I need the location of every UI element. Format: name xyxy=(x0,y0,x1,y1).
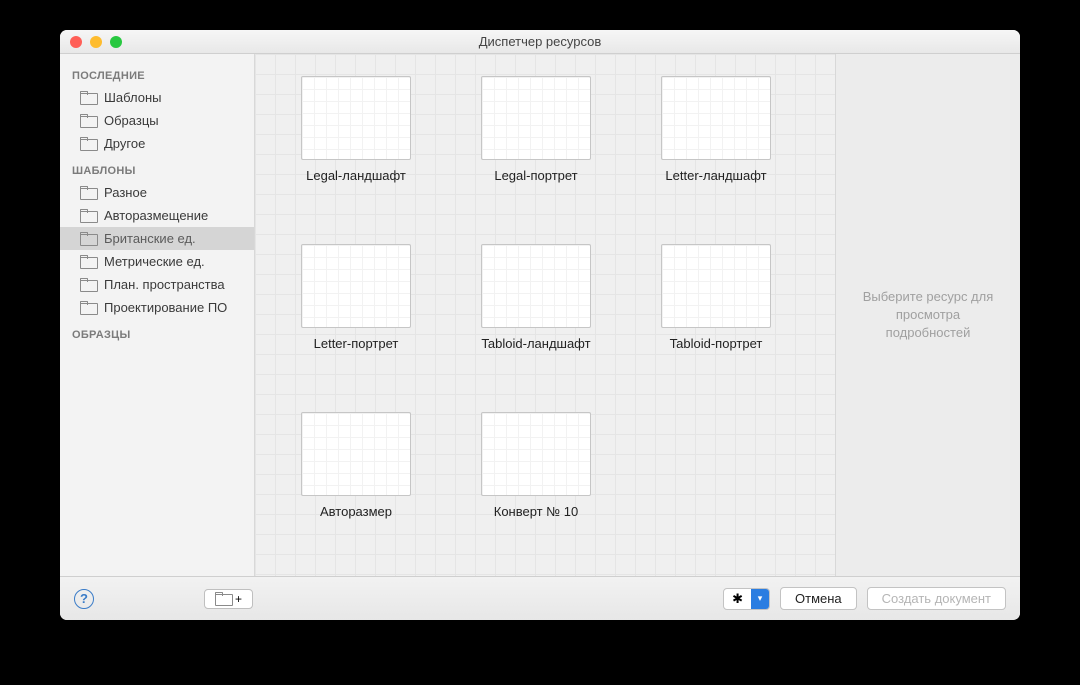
template-label: Tabloid-портрет xyxy=(670,336,763,351)
template-thumb xyxy=(481,76,591,160)
template-label: Tabloid-ландшафт xyxy=(481,336,590,351)
template-thumb xyxy=(301,244,411,328)
template-label: Letter-ландшафт xyxy=(665,168,766,183)
template-label: Letter-портрет xyxy=(314,336,399,351)
folder-icon xyxy=(80,233,96,245)
template-grid: Legal-ландшафт Legal-портрет Letter-ланд… xyxy=(255,54,835,576)
template-label: Конверт № 10 xyxy=(494,504,579,519)
sidebar-item-metric[interactable]: Метрические ед. xyxy=(60,250,254,273)
window-title: Диспетчер ресурсов xyxy=(60,34,1020,49)
minimize-icon[interactable] xyxy=(90,36,102,48)
template-thumb xyxy=(661,244,771,328)
template-label: Авторазмер xyxy=(320,504,392,519)
add-folder-button[interactable]: + xyxy=(204,589,253,609)
traffic-lights xyxy=(60,36,122,48)
sidebar-section-templates: ШАБЛОНЫ xyxy=(60,155,254,181)
sidebar-item-software-design[interactable]: Проектирование ПО xyxy=(60,296,254,319)
footer-bar: ? + ✱ ▾ Отмена Создать документ xyxy=(60,576,1020,620)
template-item[interactable]: Авторазмер xyxy=(271,412,441,562)
sidebar-item-space-planning[interactable]: План. пространства xyxy=(60,273,254,296)
folder-icon xyxy=(80,302,96,314)
folder-icon xyxy=(80,138,96,150)
sidebar-item-label: Авторазмещение xyxy=(104,208,208,223)
template-thumb xyxy=(301,76,411,160)
sidebar: ПОСЛЕДНИЕ Шаблоны Образцы Другое ШАБЛОНЫ… xyxy=(60,54,255,576)
template-thumb xyxy=(661,76,771,160)
template-item[interactable]: Letter-ландшафт xyxy=(631,76,801,226)
sidebar-item-label: Метрические ед. xyxy=(104,254,205,269)
folder-icon xyxy=(80,115,96,127)
template-item[interactable]: Legal-ландшафт xyxy=(271,76,441,226)
sidebar-item-templates-recent[interactable]: Шаблоны xyxy=(60,86,254,109)
sidebar-item-misc[interactable]: Разное xyxy=(60,181,254,204)
resource-manager-window: Диспетчер ресурсов ПОСЛЕДНИЕ Шаблоны Обр… xyxy=(60,30,1020,620)
template-label: Legal-портрет xyxy=(494,168,577,183)
details-placeholder: Выберите ресурс для просмотра подробност… xyxy=(854,288,1002,343)
folder-icon xyxy=(80,256,96,268)
sidebar-item-label: Разное xyxy=(104,185,147,200)
template-thumb xyxy=(481,412,591,496)
template-item[interactable]: Letter-портрет xyxy=(271,244,441,394)
create-label: Создать документ xyxy=(882,591,991,606)
sidebar-item-label: Проектирование ПО xyxy=(104,300,227,315)
plus-icon: + xyxy=(235,592,242,606)
cancel-label: Отмена xyxy=(795,591,842,606)
folder-icon xyxy=(80,210,96,222)
sidebar-item-label: Образцы xyxy=(104,113,159,128)
sidebar-item-label: Другое xyxy=(104,136,145,151)
template-item[interactable]: Конверт № 10 xyxy=(451,412,621,562)
template-thumb xyxy=(301,412,411,496)
cancel-button[interactable]: Отмена xyxy=(780,587,857,610)
sidebar-section-samples: ОБРАЗЦЫ xyxy=(60,319,254,345)
close-icon[interactable] xyxy=(70,36,82,48)
sidebar-section-recent: ПОСЛЕДНИЕ xyxy=(60,60,254,86)
sidebar-item-label: Шаблоны xyxy=(104,90,162,105)
folder-icon xyxy=(80,92,96,104)
template-thumb xyxy=(481,244,591,328)
zoom-icon[interactable] xyxy=(110,36,122,48)
help-button[interactable]: ? xyxy=(74,589,94,609)
sidebar-item-other-recent[interactable]: Другое xyxy=(60,132,254,155)
help-icon: ? xyxy=(80,591,88,606)
sidebar-item-autolayout[interactable]: Авторазмещение xyxy=(60,204,254,227)
template-item[interactable]: Legal-портрет xyxy=(451,76,621,226)
sidebar-item-samples-recent[interactable]: Образцы xyxy=(60,109,254,132)
template-item[interactable]: Tabloid-портрет xyxy=(631,244,801,394)
sidebar-item-imperial[interactable]: Британские ед. xyxy=(60,227,254,250)
folder-icon xyxy=(215,593,231,605)
action-menu-button[interactable]: ✱ ▾ xyxy=(723,588,770,610)
template-label: Legal-ландшафт xyxy=(306,168,406,183)
chevron-down-icon: ▾ xyxy=(758,593,763,604)
create-document-button[interactable]: Создать документ xyxy=(867,587,1006,610)
sidebar-item-label: Британские ед. xyxy=(104,231,196,246)
titlebar[interactable]: Диспетчер ресурсов xyxy=(60,30,1020,54)
folder-icon xyxy=(80,187,96,199)
folder-icon xyxy=(80,279,96,291)
gear-icon: ✱ xyxy=(732,591,743,606)
sidebar-item-label: План. пространства xyxy=(104,277,225,292)
template-item[interactable]: Tabloid-ландшафт xyxy=(451,244,621,394)
details-pane: Выберите ресурс для просмотра подробност… xyxy=(835,54,1020,576)
